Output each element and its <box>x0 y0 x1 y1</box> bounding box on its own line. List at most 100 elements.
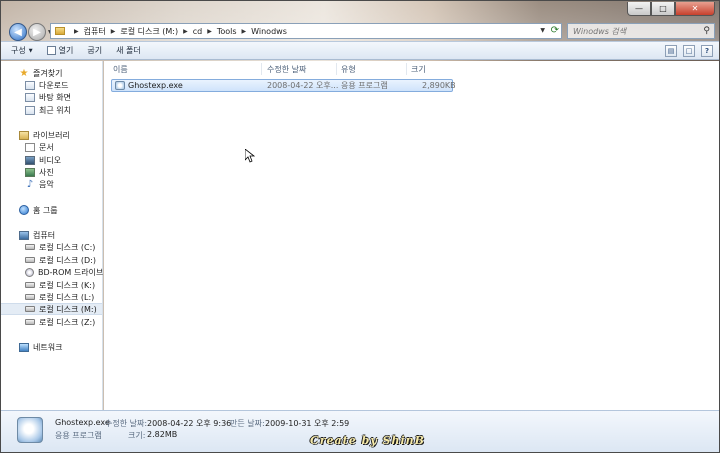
chevron-down-icon: ▼ <box>28 47 33 54</box>
details-created-value: 2009-10-31 오후 2:59 <box>265 419 350 428</box>
breadcrumb-drive-m[interactable]: 로컬 디스크 (M:) <box>120 26 178 37</box>
nav-drive-label: 로컬 디스크 (D:) <box>39 255 96 265</box>
chevron-right-icon[interactable]: ▶ <box>207 28 212 35</box>
burn-label: 굽기 <box>87 46 103 55</box>
file-name: Ghostexp.exe <box>128 81 183 90</box>
search-input[interactable] <box>573 26 693 36</box>
organize-label: 구성 <box>11 46 26 55</box>
nav-music-label: 음악 <box>39 179 54 189</box>
column-divider[interactable] <box>406 63 407 75</box>
hard-drive-icon <box>25 306 35 312</box>
folder-icon <box>55 27 65 35</box>
details-file-name: Ghostexp.exe <box>55 418 110 427</box>
preview-pane-icon[interactable]: □ <box>683 45 695 57</box>
search-box[interactable]: ⚲ <box>567 23 715 39</box>
hard-drive-icon <box>25 257 35 263</box>
column-header-type[interactable]: 유형 <box>341 63 356 75</box>
close-button[interactable]: ✕ <box>675 2 715 16</box>
forward-button[interactable]: ▶ <box>28 23 46 41</box>
breadcrumb-computer[interactable]: 컴퓨터 <box>84 26 106 37</box>
hard-drive-icon <box>25 282 35 288</box>
nav-favorites-label: 즐겨찾기 <box>33 68 63 78</box>
chevron-right-icon[interactable]: ▶ <box>111 28 116 35</box>
desktop-icon <box>25 92 35 102</box>
hard-drive-icon <box>25 319 35 325</box>
hard-drive-icon <box>25 294 35 300</box>
column-divider[interactable] <box>336 63 337 75</box>
new-folder-label: 새 폴더 <box>116 46 141 55</box>
nav-network-label: 네트워크 <box>33 342 63 352</box>
explorer-window: — □ ✕ ◀ ▶ ▼ ▶ 컴퓨터 ▶ 로컬 디스크 (M:) ▶ cd ▶ T… <box>0 0 720 453</box>
file-size: 2,890KB <box>422 81 456 90</box>
chevron-down-icon[interactable]: ▼ <box>540 27 545 34</box>
details-size-label: 크기: <box>128 431 146 440</box>
navigation-pane: ★ 즐겨찾기 다운로드 바탕 화면 최근 위치 라이브러리 문서 비디오 사진 … <box>1 61 109 410</box>
library-icon <box>19 130 29 140</box>
nav-drive-m[interactable]: 로컬 디스크 (M:) <box>1 303 102 315</box>
breadcrumb-cd[interactable]: cd <box>193 27 202 36</box>
nav-documents-label: 문서 <box>39 142 54 152</box>
nav-desktop-label: 바탕 화면 <box>39 92 71 102</box>
breadcrumb-tools[interactable]: Tools <box>217 27 237 36</box>
column-header-name[interactable]: 이름 <box>113 63 128 75</box>
watermark: Create by ShinB <box>310 434 425 447</box>
homegroup-icon <box>19 205 29 215</box>
organize-button[interactable]: 구성 ▼ <box>11 45 33 56</box>
nav-pictures-label: 사진 <box>39 167 54 177</box>
application-icon <box>46 46 56 55</box>
chevron-right-icon[interactable]: ▶ <box>74 28 79 35</box>
column-divider[interactable] <box>261 63 262 75</box>
burn-button[interactable]: 굽기 <box>87 45 102 56</box>
refresh-icon[interactable]: ⟳ <box>551 25 559 36</box>
chevron-right-icon[interactable]: ▶ <box>183 28 188 35</box>
nav-homegroup-label: 홈 그룹 <box>33 205 58 215</box>
music-note-icon: ♪ <box>26 178 34 190</box>
hard-drive-icon <box>25 244 35 250</box>
nav-drive-label: 로컬 디스크 (K:) <box>39 280 96 290</box>
optical-disc-icon <box>25 267 34 277</box>
computer-icon <box>19 230 29 240</box>
maximize-button[interactable]: □ <box>651 2 675 16</box>
details-modified-label: 수정한 날짜: <box>105 419 148 428</box>
nav-libraries-label: 라이브러리 <box>33 130 70 140</box>
nav-downloads-label: 다운로드 <box>39 80 69 90</box>
nav-computer-label: 컴퓨터 <box>33 230 56 240</box>
network-icon <box>19 342 29 352</box>
column-header-size[interactable]: 크기 <box>411 63 426 75</box>
column-header-modified[interactable]: 수정한 날짜 <box>267 63 306 75</box>
picture-icon <box>25 167 35 177</box>
recent-places-icon <box>25 105 35 115</box>
file-modified: 2008-04-22 오후... <box>267 81 339 90</box>
minimize-button[interactable]: — <box>627 2 651 16</box>
details-created-label: 만든 날짜: <box>230 419 265 428</box>
file-name-cell: Ghostexp.exe <box>115 80 183 91</box>
chevron-right-icon[interactable]: ▶ <box>242 28 247 35</box>
window-chrome: — □ ✕ ◀ ▶ ▼ ▶ 컴퓨터 ▶ 로컬 디스크 (M:) ▶ cd ▶ T… <box>1 1 719 41</box>
address-bar[interactable]: ▶ 컴퓨터 ▶ 로컬 디스크 (M:) ▶ cd ▶ Tools ▶ Winod… <box>50 23 562 39</box>
details-size-value: 2.82MB <box>147 430 178 439</box>
help-icon[interactable]: ? <box>701 45 713 57</box>
breadcrumb: ▶ 컴퓨터 ▶ 로컬 디스크 (M:) ▶ cd ▶ Tools ▶ Winod… <box>69 26 287 37</box>
breadcrumb-winodws[interactable]: Winodws <box>251 27 287 36</box>
back-button[interactable]: ◀ <box>9 23 27 41</box>
view-options-icon[interactable]: ▤ <box>665 45 677 57</box>
window-controls: — □ ✕ <box>627 2 715 16</box>
details-file-type: 응용 프로그램 <box>55 431 102 440</box>
downloads-icon <box>25 80 35 90</box>
video-icon <box>25 155 35 165</box>
open-button[interactable]: 열기 <box>46 45 74 56</box>
open-label: 열기 <box>58 46 74 55</box>
search-icon[interactable]: ⚲ <box>703 26 710 36</box>
back-arrow-icon: ◀ <box>14 26 22 38</box>
details-modified-value: 2008-04-22 오후 9:36 <box>147 419 232 428</box>
nav-drive-label: 로컬 디스크 (C:) <box>39 242 96 252</box>
new-folder-button[interactable]: 새 폴더 <box>116 45 141 56</box>
forward-arrow-icon: ▶ <box>33 26 41 38</box>
nav-videos-label: 비디오 <box>39 155 62 165</box>
nav-drive-label: 로컬 디스크 (M:) <box>39 304 97 314</box>
file-row[interactable]: Ghostexp.exe 2008-04-22 오후... 응용 프로그램 2,… <box>111 79 456 92</box>
view-controls: ▤ □ ? <box>659 45 713 57</box>
file-list: 이름 수정한 날짜 유형 크기 Ghostexp.exe 2008-04-22 … <box>104 61 719 410</box>
document-icon <box>25 142 35 152</box>
executable-icon <box>17 417 43 443</box>
